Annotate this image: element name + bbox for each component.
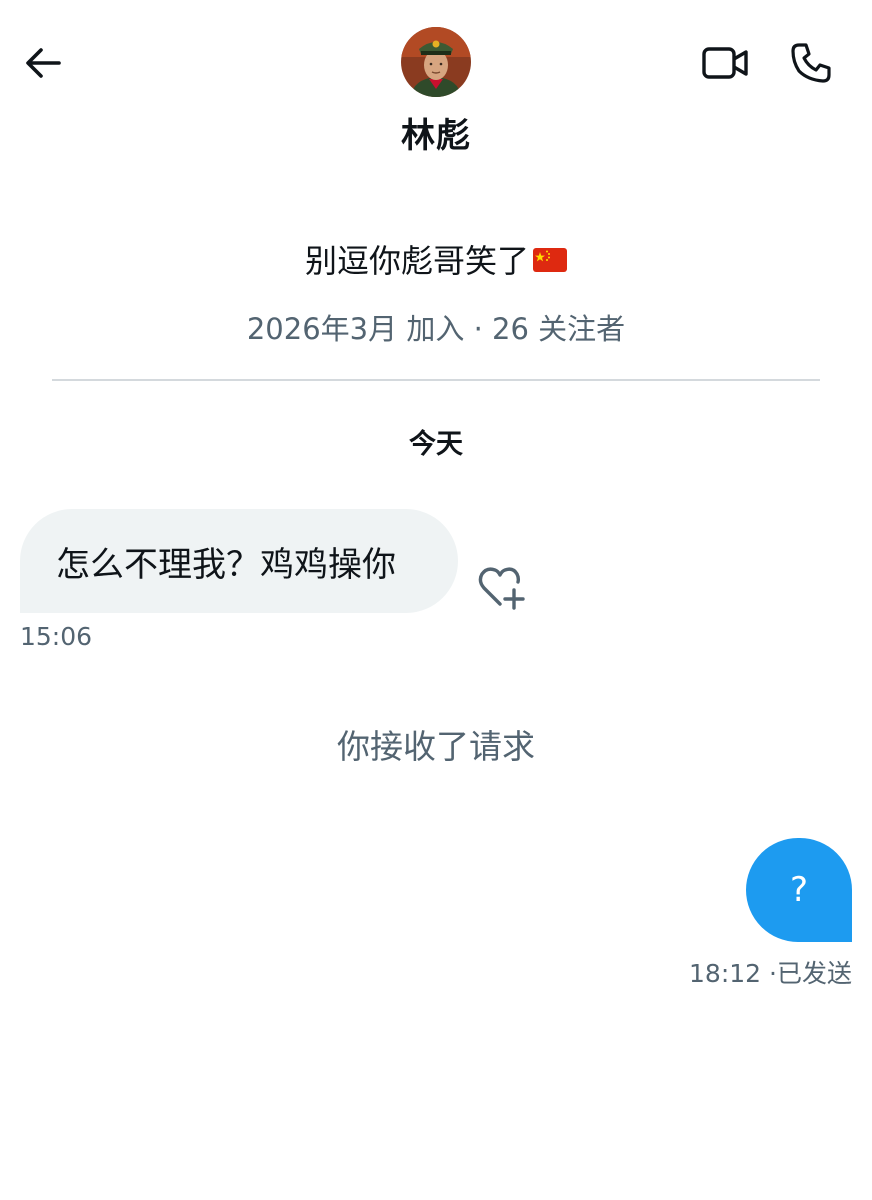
voice-call-button[interactable] bbox=[784, 36, 838, 90]
avatar[interactable] bbox=[401, 27, 471, 97]
profile-photo bbox=[401, 27, 471, 97]
profile-meta: 2026年3月 加入 · 26 关注者 bbox=[0, 306, 872, 348]
follower-count: 26 关注者 bbox=[492, 312, 626, 346]
video-camera-icon bbox=[702, 47, 748, 79]
arrow-left-icon bbox=[26, 48, 61, 78]
incoming-message-bubble[interactable]: 怎么不理我？鸡鸡操你 bbox=[20, 509, 458, 613]
delivery-status: 已发送 bbox=[776, 959, 852, 988]
message-text: ? bbox=[789, 870, 809, 910]
china-flag-icon bbox=[533, 248, 567, 272]
day-separator: 今天 bbox=[409, 429, 463, 460]
bio-text: 别逗你彪哥笑了 bbox=[304, 242, 529, 280]
back-button[interactable] bbox=[18, 38, 68, 88]
system-message: 你接收了请求 bbox=[337, 727, 535, 766]
heart-plus-icon bbox=[478, 567, 525, 610]
outgoing-message-bubble[interactable]: ? bbox=[746, 838, 852, 942]
contact-name: 林彪 bbox=[401, 116, 471, 156]
add-reaction-button[interactable] bbox=[476, 564, 528, 612]
video-call-button[interactable] bbox=[696, 38, 754, 88]
conversation-header: 林彪 bbox=[0, 0, 872, 170]
message-status-line: 18:12 ·已发送 bbox=[689, 954, 852, 990]
status-separator: · bbox=[769, 959, 777, 988]
message-text: 怎么不理我？鸡鸡操你 bbox=[56, 544, 396, 585]
profile-bio: 别逗你彪哥笑了 bbox=[0, 236, 872, 282]
joined-date: 2026年3月 加入 bbox=[246, 312, 465, 346]
message-timestamp: 18:12 bbox=[689, 959, 762, 988]
meta-separator: · bbox=[473, 312, 483, 346]
divider bbox=[52, 379, 820, 381]
message-timestamp: 15:06 bbox=[20, 622, 93, 651]
phone-icon bbox=[791, 43, 831, 83]
